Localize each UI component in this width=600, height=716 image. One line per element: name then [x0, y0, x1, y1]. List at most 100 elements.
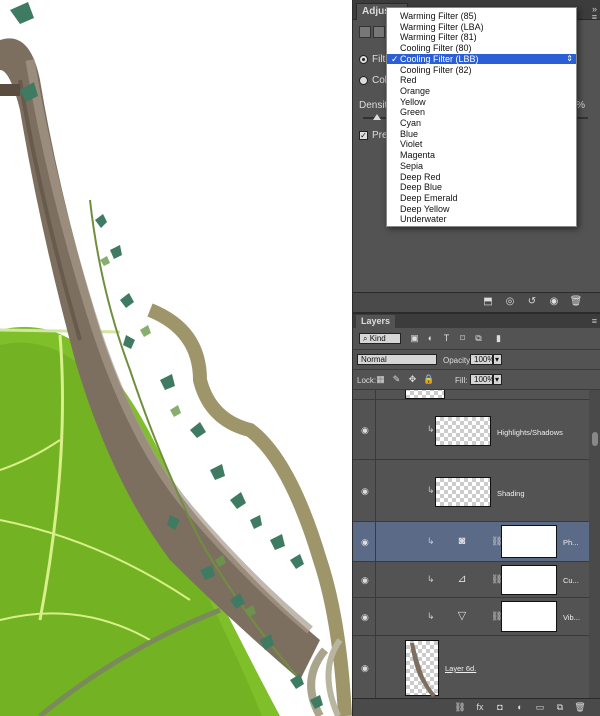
photo-filter-icon [359, 26, 371, 38]
lock-position-icon[interactable]: ✥ [407, 374, 418, 385]
pixel-filter-icon[interactable]: ▣ [409, 333, 420, 344]
layer-mask-thumbnail[interactable] [501, 601, 557, 632]
layer-name[interactable]: Ph... [563, 538, 578, 547]
layer-thumbnail [435, 477, 491, 507]
filter-option[interactable]: Cooling Filter (82) [387, 65, 576, 76]
filter-option-label: Deep Blue [400, 182, 443, 193]
density-slider-thumb[interactable] [372, 114, 381, 120]
filter-option-label: Deep Red [400, 171, 441, 182]
type-filter-icon[interactable]: T [441, 333, 452, 344]
layers-footer: ⛓ fx ◘ ◐ ▭ ⧉ 🗑 [353, 698, 600, 716]
filter-option[interactable]: Red [387, 75, 576, 86]
filter-option[interactable]: Violet [387, 139, 576, 150]
filter-option[interactable]: Cooling Filter (80) [387, 43, 576, 54]
blend-mode-select[interactable]: Normal [357, 354, 437, 365]
shape-filter-icon[interactable]: ⌑ [457, 333, 468, 344]
opacity-field[interactable]: 100% [470, 354, 494, 365]
layer-list[interactable]: ◉ ↳ Highlights/Shadows ◉ ↳ Shading ◉ ↳ ◙ [353, 390, 600, 700]
filter-option-label: Green [400, 107, 426, 118]
filter-option[interactable]: Green [387, 107, 576, 118]
mask-icon[interactable] [373, 26, 385, 38]
filter-radio[interactable] [359, 54, 368, 64]
filter-option[interactable]: ✓ ⇕ Cooling Filter (LBB) [387, 53, 576, 65]
filter-option[interactable]: Cyan [387, 118, 576, 129]
eye-icon[interactable]: ◉ [361, 538, 373, 547]
lock-pixels-icon[interactable]: ✎ [391, 374, 402, 385]
filter-option[interactable]: Warming Filter (81) [387, 32, 576, 43]
view-previous-icon[interactable]: ◎ [503, 296, 517, 308]
add-mask-icon[interactable]: ◘ [493, 702, 507, 714]
filter-option-label: Cooling Filter (82) [400, 64, 472, 75]
filter-dropdown-menu[interactable]: Warming Filter (85) Warming Filter (LBA) W… [386, 7, 577, 227]
eye-icon[interactable]: ◉ [361, 426, 373, 435]
vibrance-adjustment-icon: ▽ [457, 610, 467, 622]
clip-to-layer-icon[interactable]: ⬒ [481, 296, 495, 308]
layer-style-icon[interactable]: fx [473, 702, 487, 714]
filter-option-label: Cooling Filter (LBB) [400, 53, 479, 64]
adjustment-filter-icon[interactable]: ◐ [425, 333, 436, 344]
filter-option-label: Deep Emerald [400, 192, 458, 203]
filter-option[interactable]: Deep Emerald [387, 193, 576, 204]
filter-kind-select[interactable]: ⌕ Kind [359, 333, 401, 344]
layer-mask-thumbnail[interactable] [501, 525, 557, 558]
eye-icon[interactable]: ◉ [361, 487, 373, 496]
layer-name[interactable]: Layer 6d. [445, 664, 476, 673]
layer-row[interactable]: ◉ ↳ ▽ ⛓ Vib... [353, 598, 589, 636]
filter-option[interactable]: Orange [387, 86, 576, 97]
filter-option[interactable]: Deep Blue [387, 182, 576, 193]
eye-icon[interactable]: ◉ [361, 613, 373, 622]
layer-row[interactable]: ◉ ↳ Shading [353, 460, 589, 522]
filter-option[interactable]: Deep Red [387, 172, 576, 183]
new-adjustment-layer-icon[interactable]: ◐ [513, 702, 527, 714]
filter-option[interactable]: Yellow [387, 97, 576, 108]
layer-name[interactable]: Shading [497, 489, 525, 498]
filter-option[interactable]: Warming Filter (85) [387, 11, 576, 22]
new-layer-icon[interactable]: ⧉ [553, 702, 567, 714]
filter-option[interactable]: Warming Filter (LBA) [387, 22, 576, 33]
visibility-icon[interactable]: ◉ [547, 296, 561, 308]
eye-icon[interactable]: ◉ [361, 576, 373, 585]
delete-icon[interactable]: 🗑 [569, 296, 583, 308]
lock-all-icon[interactable]: 🔒 [423, 374, 434, 385]
filter-option[interactable]: Magenta [387, 150, 576, 161]
filter-option-label: Underwater [400, 214, 447, 225]
delete-layer-icon[interactable]: 🗑 [573, 702, 587, 714]
tab-layers[interactable]: Layers [356, 315, 396, 328]
layer-name[interactable]: Highlights/Shadows [497, 428, 563, 437]
layer-row[interactable]: ◉ ↳ Highlights/Shadows [353, 400, 589, 460]
filter-option-label: Violet [400, 139, 423, 150]
opacity-dropdown-button[interactable]: ▾ [493, 354, 502, 365]
new-group-icon[interactable]: ▭ [533, 702, 547, 714]
layers-menu-icon[interactable]: ≡ [592, 316, 597, 326]
link-layers-icon[interactable]: ⛓ [453, 702, 467, 714]
smart-object-filter-icon[interactable]: ⧉ [473, 333, 484, 344]
layers-scrollbar[interactable] [589, 390, 600, 700]
layers-tabbar: Layers ≡ [353, 314, 600, 328]
color-radio[interactable] [359, 75, 368, 85]
fill-field[interactable]: 100% [470, 374, 494, 385]
filter-toggle-icon[interactable]: ▮ [493, 333, 504, 344]
branch-thumbnail-art [410, 643, 436, 697]
curves-adjustment-icon: ⊿ [457, 573, 467, 585]
eye-icon[interactable]: ◉ [361, 664, 373, 673]
layer-row[interactable]: ◉ ↳ ⊿ ⛓ Cu... [353, 562, 589, 598]
panel-menu-icon[interactable]: ≡ [592, 12, 597, 22]
document-canvas[interactable] [0, 0, 352, 716]
layer-row[interactable]: ◉ Layer 6d. [353, 636, 589, 700]
filter-option[interactable]: Underwater [387, 214, 576, 225]
filter-option[interactable]: Deep Yellow [387, 204, 576, 215]
layer-row-selected[interactable]: ◉ ↳ ◙ ⛓ Ph... [353, 522, 589, 562]
fill-dropdown-button[interactable]: ▾ [493, 374, 502, 385]
layer-row-partial[interactable] [353, 390, 589, 400]
filter-option[interactable]: Sepia [387, 161, 576, 172]
fill-label: Fill: [455, 376, 468, 385]
layers-scrollbar-thumb[interactable] [592, 432, 598, 446]
layer-name[interactable]: Vib... [563, 613, 580, 622]
filter-option[interactable]: Blue [387, 129, 576, 140]
preserve-checkbox[interactable]: ✓ [359, 130, 368, 140]
checkmark-icon: ✓ [391, 53, 399, 64]
reset-icon[interactable]: ↺ [525, 296, 539, 308]
lock-transparent-icon[interactable]: ▦ [375, 374, 386, 385]
layer-mask-thumbnail[interactable] [501, 565, 557, 595]
layer-name[interactable]: Cu... [563, 576, 579, 585]
